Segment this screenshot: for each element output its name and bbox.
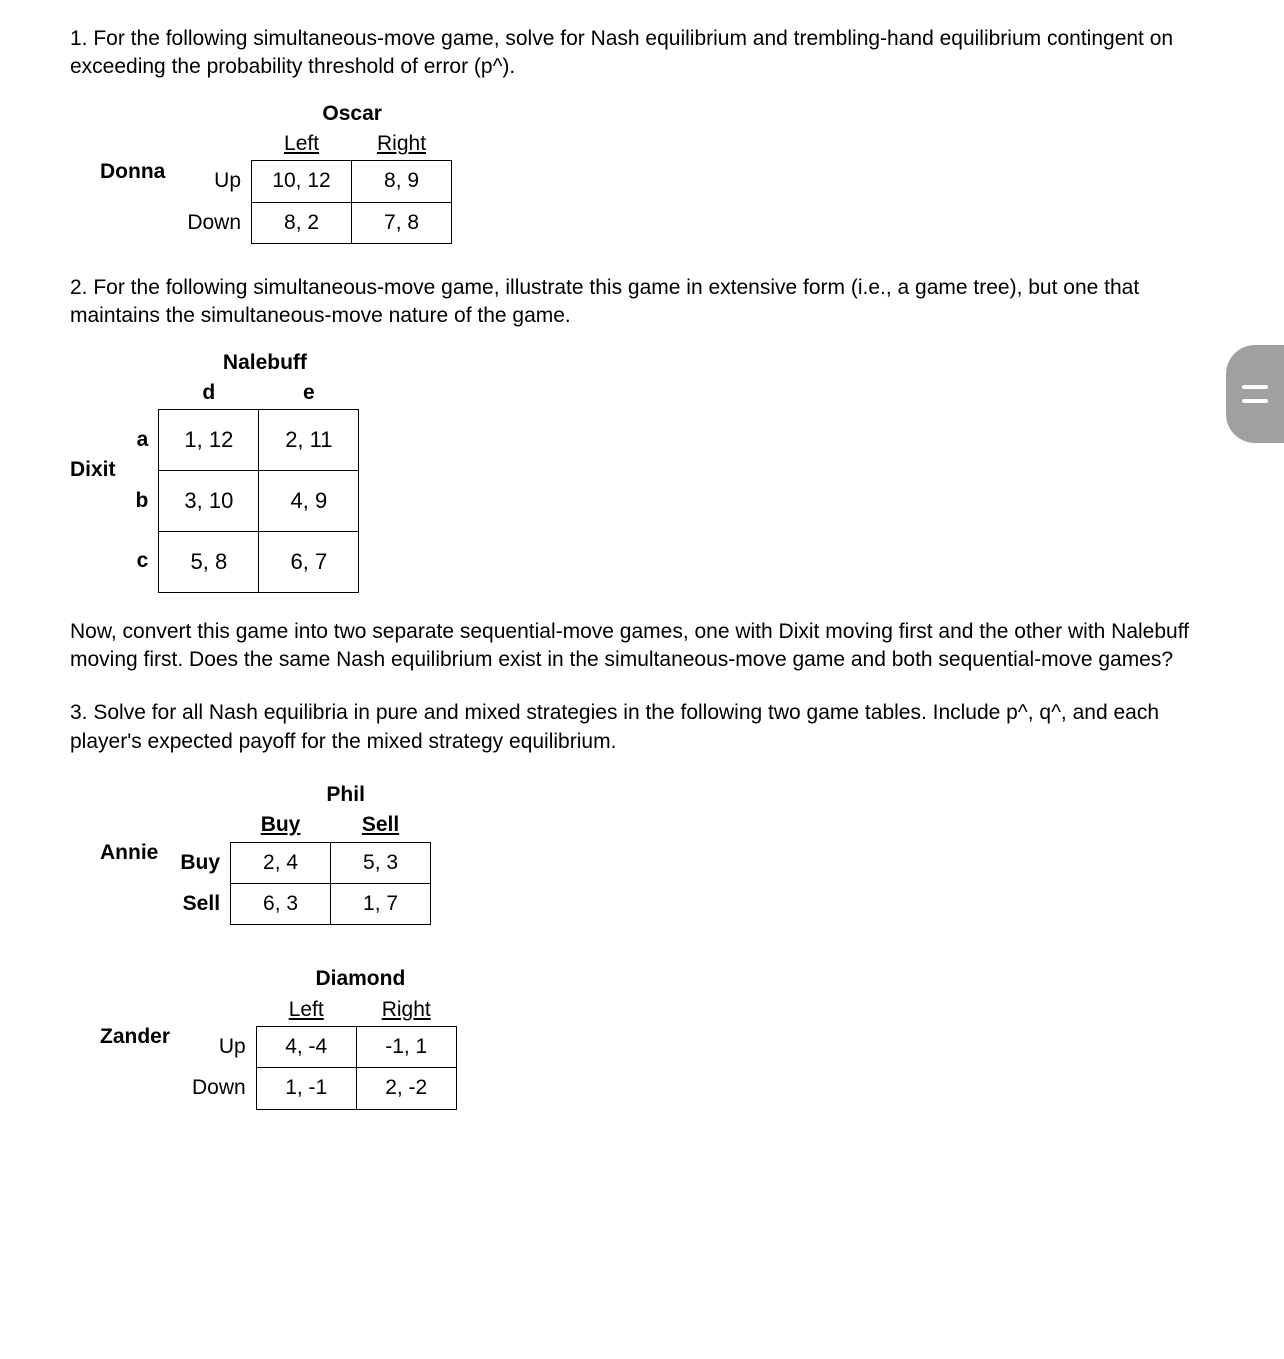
row-header: Down <box>177 202 251 243</box>
game-1-table: Left Right Up 10, 12 8, 9 Down 8, 2 7, 8 <box>177 128 452 244</box>
payoff-cell: 2, 4 <box>231 842 331 883</box>
col-header: d <box>159 377 259 410</box>
row-header: b <box>126 471 159 532</box>
col-player-label: Diamond <box>264 965 457 993</box>
question-1: 1. For the following simultaneous-move g… <box>70 25 1214 244</box>
row-header: Buy <box>170 842 230 883</box>
game-3b-table: Left Right Up 4, -4 -1, 1 Down 1, -1 2, … <box>182 994 457 1110</box>
game-1: Donna Oscar Left Right Up 10, 12 8, 9 Do… <box>100 100 1214 244</box>
question-2-followup: Now, convert this game into two separate… <box>70 618 1214 675</box>
col-player-label: Phil <box>260 781 431 809</box>
col-player-label: Oscar <box>252 100 452 128</box>
col-header: Buy <box>231 809 331 842</box>
row-header: c <box>126 531 159 592</box>
payoff-cell: 1, 7 <box>331 883 431 924</box>
game-2-table: d e a 1, 12 2, 11 b 3, 10 4, 9 c 5, 8 6,… <box>126 377 360 592</box>
question-2-text: 2. For the following simultaneous-move g… <box>70 274 1214 331</box>
game-3b: Zander Diamond Left Right Up 4, -4 -1, 1… <box>100 965 1214 1109</box>
payoff-cell: 6, 7 <box>259 531 359 592</box>
payoff-cell: 4, 9 <box>259 471 359 532</box>
col-header: Sell <box>331 809 431 842</box>
row-player-label: Donna <box>100 158 165 186</box>
question-1-text: 1. For the following simultaneous-move g… <box>70 25 1214 82</box>
question-2: 2. For the following simultaneous-move g… <box>70 274 1214 674</box>
row-header: Up <box>182 1026 256 1067</box>
question-3: 3. Solve for all Nash equilibria in pure… <box>70 699 1214 1109</box>
col-header: Left <box>256 994 356 1027</box>
col-player-label: Nalebuff <box>171 349 360 377</box>
col-header: Right <box>352 128 452 161</box>
col-header: e <box>259 377 359 410</box>
payoff-cell: 6, 3 <box>231 883 331 924</box>
payoff-cell: 5, 8 <box>159 531 259 592</box>
game-3a-table: Buy Sell Buy 2, 4 5, 3 Sell 6, 3 1, 7 <box>170 809 431 925</box>
row-header: Sell <box>170 883 230 924</box>
row-player-label: Dixit <box>70 456 116 484</box>
row-header: Down <box>182 1068 256 1109</box>
payoff-cell: 7, 8 <box>352 202 452 243</box>
payoff-cell: 2, 11 <box>259 410 359 471</box>
row-player-label: Zander <box>100 1023 170 1051</box>
payoff-cell: 10, 12 <box>252 161 352 202</box>
payoff-cell: 2, -2 <box>356 1068 456 1109</box>
payoff-cell: -1, 1 <box>356 1026 456 1067</box>
col-header: Left <box>252 128 352 161</box>
game-2: Dixit Nalebuff d e a 1, 12 2, 11 b 3, 10… <box>70 349 1214 593</box>
row-header: a <box>126 410 159 471</box>
payoff-cell: 3, 10 <box>159 471 259 532</box>
game-3a: Annie Phil Buy Sell Buy 2, 4 5, 3 Sell 6… <box>100 781 1214 925</box>
col-header: Right <box>356 994 456 1027</box>
payoff-cell: 1, -1 <box>256 1068 356 1109</box>
menu-bar-icon <box>1242 385 1268 389</box>
menu-bar-icon <box>1242 399 1268 403</box>
row-player-label: Annie <box>100 839 158 867</box>
question-3-text: 3. Solve for all Nash equilibria in pure… <box>70 699 1214 756</box>
payoff-cell: 5, 3 <box>331 842 431 883</box>
payoff-cell: 1, 12 <box>159 410 259 471</box>
payoff-cell: 8, 2 <box>252 202 352 243</box>
payoff-cell: 8, 9 <box>352 161 452 202</box>
row-header: Up <box>177 161 251 202</box>
payoff-cell: 4, -4 <box>256 1026 356 1067</box>
side-menu-button[interactable] <box>1226 345 1284 443</box>
